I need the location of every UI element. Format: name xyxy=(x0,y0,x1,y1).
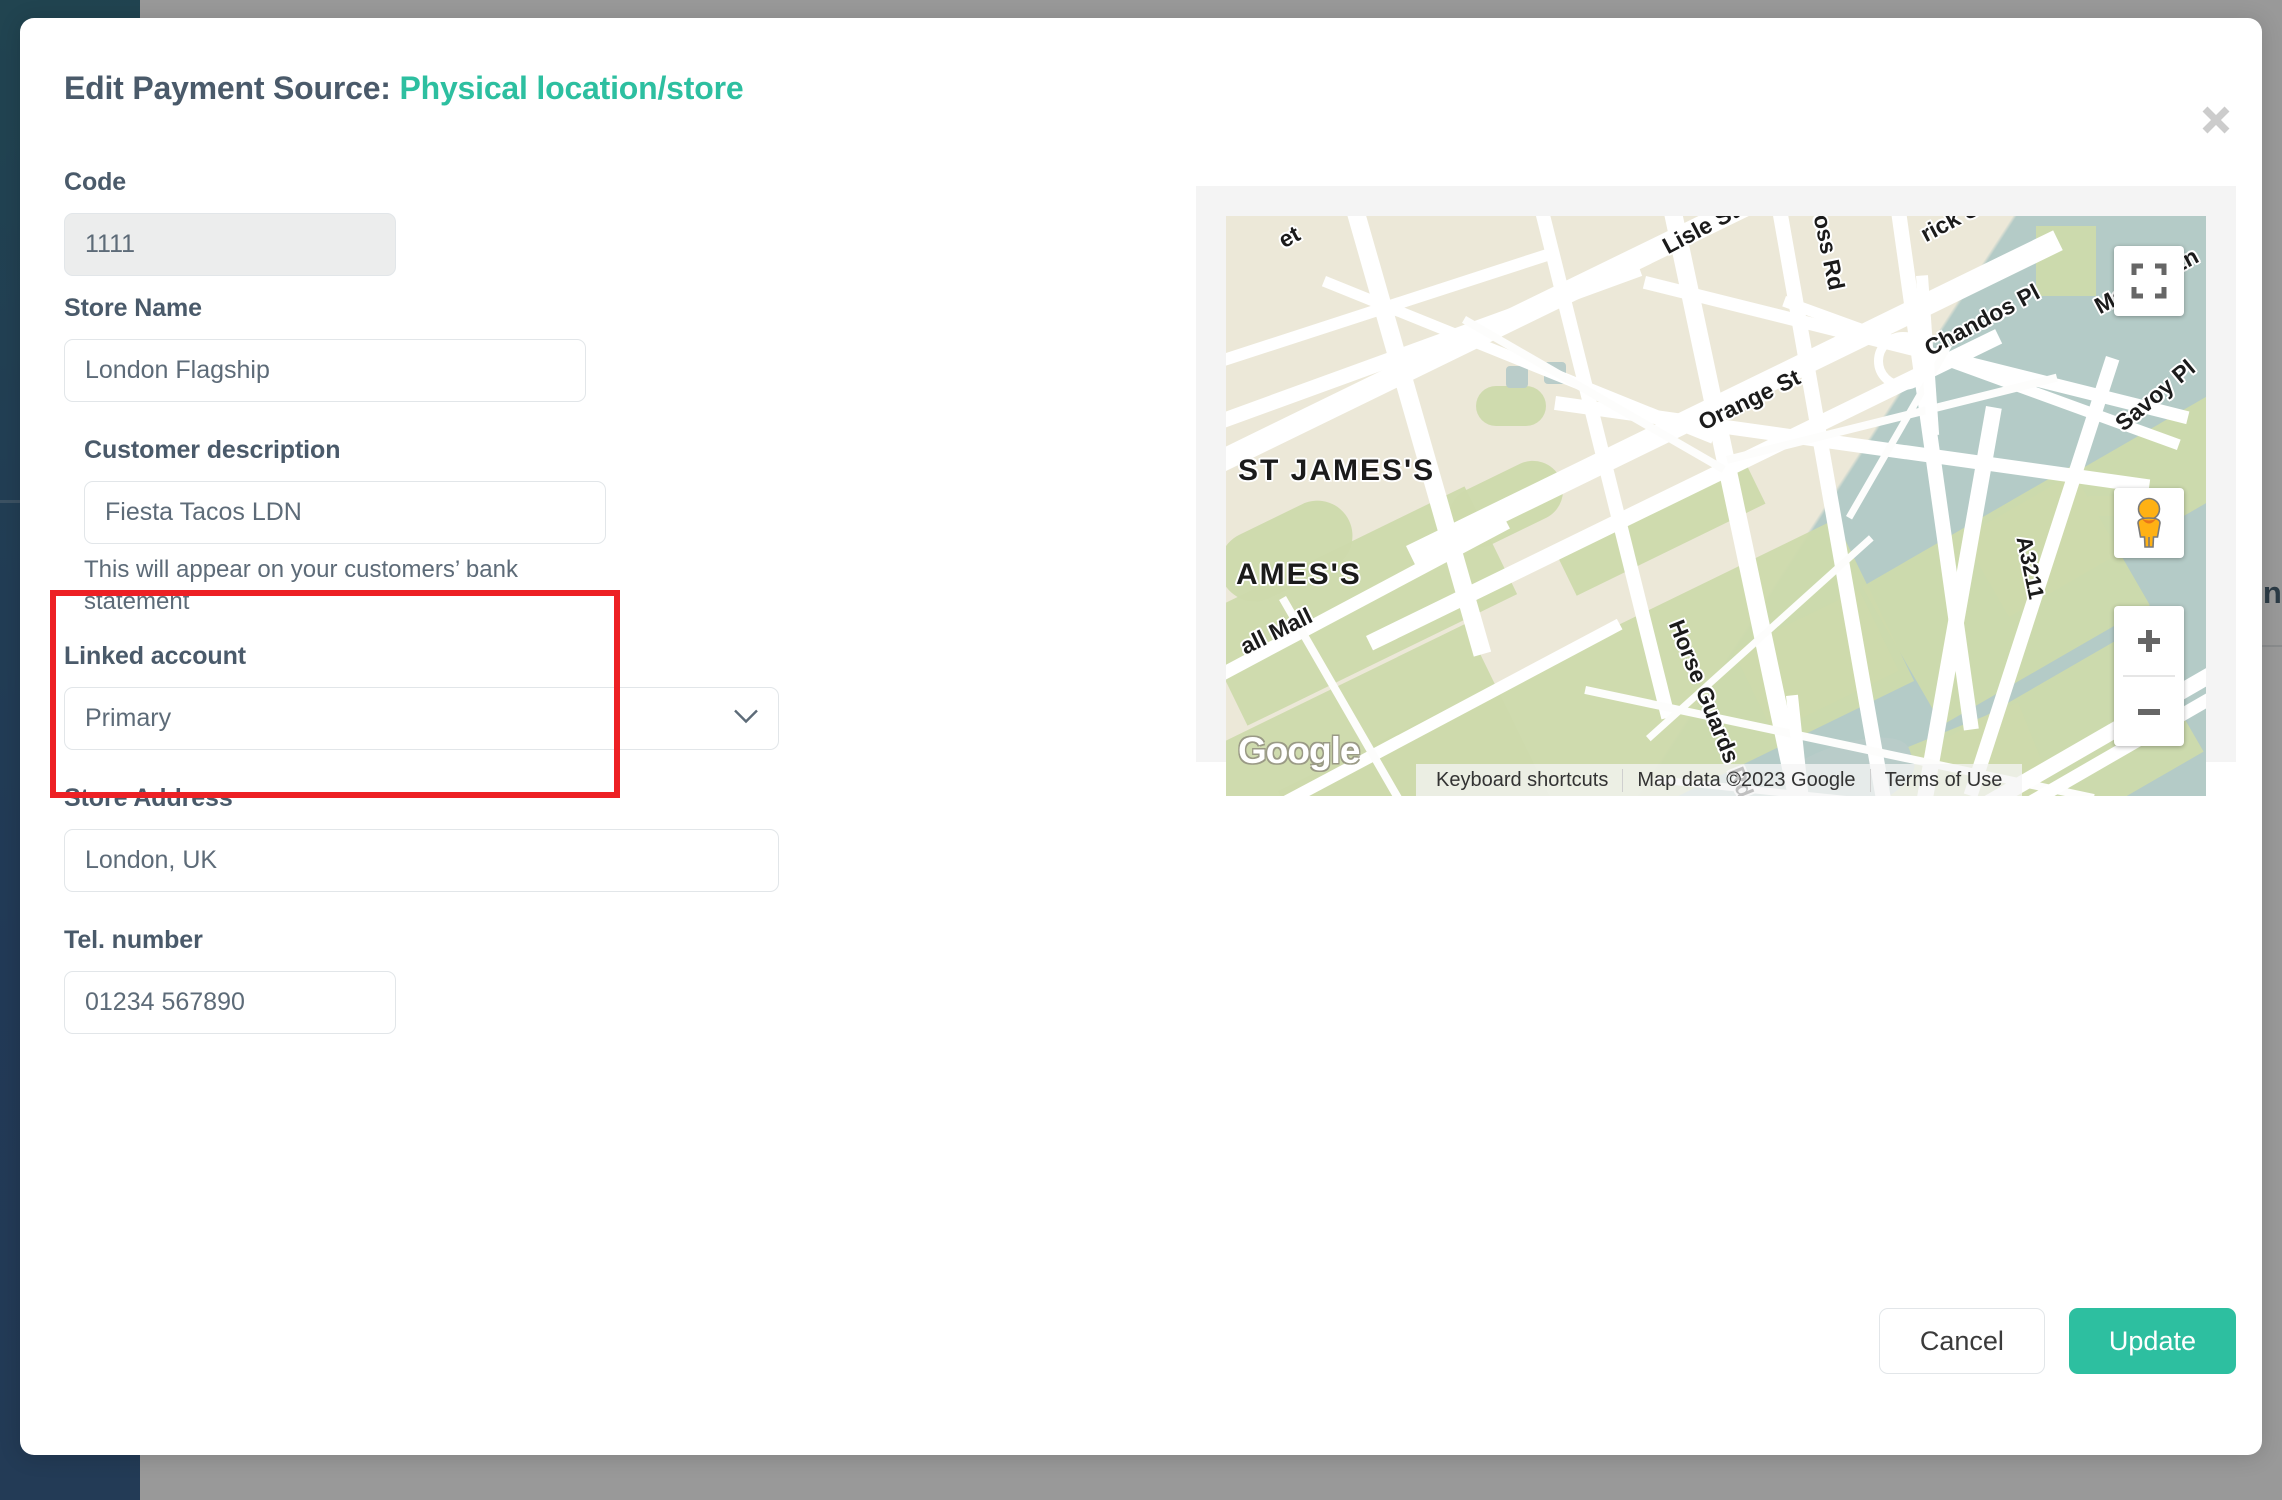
field-group-customer-description: Customer description This will appear on… xyxy=(84,436,606,617)
label-customer-description: Customer description xyxy=(84,436,341,464)
plus-icon[interactable] xyxy=(2114,606,2184,675)
map-label: oss Rd xyxy=(1808,216,1850,293)
minus-icon[interactable] xyxy=(2114,677,2184,746)
modal-title-prefix: Edit Payment Source: xyxy=(64,70,400,106)
field-group-code: Code xyxy=(64,168,396,276)
store-name-input[interactable] xyxy=(64,339,586,402)
label-linked-account: Linked account xyxy=(64,642,246,670)
label-store-address: Store Address xyxy=(64,784,233,812)
map-viewport[interactable]: etLisle Stoss Rdrick StChandos PlMaiden … xyxy=(1226,216,2206,796)
close-icon[interactable] xyxy=(2180,84,2252,156)
linked-account-select[interactable] xyxy=(64,687,779,750)
store-address-input[interactable] xyxy=(64,829,779,892)
label-code: Code xyxy=(64,168,127,196)
terms-of-use-link[interactable]: Terms of Use xyxy=(1869,768,2017,792)
map-label: AMES'S xyxy=(1236,558,1362,591)
code-input[interactable] xyxy=(64,213,396,276)
map-attribution: Keyboard shortcuts Map data ©2023 Google… xyxy=(1416,764,2023,796)
linked-account-select-wrap xyxy=(64,687,779,750)
tel-number-input[interactable] xyxy=(64,971,396,1034)
field-group-tel-number: Tel. number xyxy=(64,926,396,1034)
field-group-store-address: Store Address xyxy=(64,784,779,892)
field-group-linked-account: Linked account xyxy=(64,642,779,750)
customer-description-help: This will appear on your customers’ bank… xyxy=(84,556,518,615)
map-label: ST JAMES'S xyxy=(1238,454,1436,487)
label-store-name: Store Name xyxy=(64,294,202,322)
keyboard-shortcuts-link[interactable]: Keyboard shortcuts xyxy=(1422,769,1622,792)
fullscreen-icon[interactable] xyxy=(2114,246,2184,316)
map-data-notice: Map data ©2023 Google xyxy=(1622,768,1869,792)
update-button[interactable]: Update xyxy=(2068,1308,2236,1374)
cancel-button[interactable]: Cancel xyxy=(1878,1308,2045,1374)
field-group-store-name: Store Name xyxy=(64,294,586,402)
modal-title: Edit Payment Source: Physical location/s… xyxy=(64,70,744,107)
map-label: rick St xyxy=(1916,216,1991,247)
zoom-controls xyxy=(2114,606,2184,746)
modal-title-accent: Physical location/store xyxy=(399,70,744,106)
pegman-icon[interactable] xyxy=(2114,488,2184,558)
customer-description-input[interactable] xyxy=(84,481,606,544)
label-tel-number: Tel. number xyxy=(64,926,203,954)
map-label: et xyxy=(1274,220,1305,253)
map-surface[interactable]: etLisle Stoss Rdrick StChandos PlMaiden … xyxy=(1226,216,2206,796)
modal-footer: Cancel Update xyxy=(1200,1308,2236,1374)
google-logo: Google xyxy=(1238,730,1360,771)
edit-payment-source-modal: Edit Payment Source: Physical location/s… xyxy=(20,18,2262,1455)
store-location-map-card: etLisle Stoss Rdrick StChandos PlMaiden … xyxy=(1196,186,2236,796)
